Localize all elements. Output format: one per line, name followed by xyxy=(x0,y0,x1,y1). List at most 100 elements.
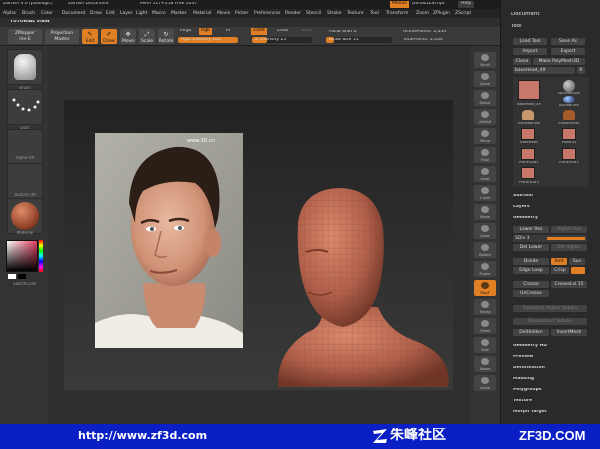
clone-button[interactable]: Clone xyxy=(513,58,531,65)
zadd-button[interactable]: Zadd xyxy=(251,28,267,35)
load-tool-button[interactable]: Load Tool xyxy=(513,38,547,45)
insertmesh-button[interactable]: InsertMesh xyxy=(551,329,587,336)
subtool-section[interactable]: SubTool xyxy=(513,194,533,199)
menu-texture[interactable]: Texture xyxy=(347,11,363,16)
switch-color-button[interactable]: SwitchColor xyxy=(4,282,46,286)
eraser-brush-icon[interactable] xyxy=(563,110,575,120)
hue-strip[interactable] xyxy=(39,240,43,272)
color-picker[interactable] xyxy=(6,240,38,272)
scale-button[interactable]: ⤢ Scale xyxy=(139,29,155,44)
lsym-button[interactable]: L.Sym xyxy=(474,185,496,201)
m-button[interactable]: M xyxy=(226,29,230,34)
simple-brush-icon[interactable] xyxy=(522,110,534,120)
reconstruct-subdiv-button[interactable]: Reconstruct Subdiv xyxy=(513,318,587,325)
rotate-button[interactable]: ↻ Rotate xyxy=(158,29,174,44)
crisp-button[interactable]: Crisp xyxy=(551,267,569,274)
menu-draw[interactable]: Draw xyxy=(90,11,102,16)
menu-transform[interactable]: Transform xyxy=(386,11,408,16)
actual-button[interactable]: Actual xyxy=(474,90,496,106)
menu-brush[interactable]: Brush xyxy=(22,11,35,16)
material-slot[interactable] xyxy=(7,198,43,234)
footer-url-link[interactable]: http://www.zf3d.com xyxy=(78,430,207,441)
draw-size-slider[interactable]: Draw Size 51 xyxy=(326,37,392,43)
secondary-color-swatch[interactable] xyxy=(18,274,26,279)
menu-document[interactable]: Document xyxy=(62,11,85,16)
polygroups-section[interactable]: Polygroups xyxy=(513,388,542,393)
higher-res-button[interactable]: Higher Res xyxy=(551,226,587,233)
brush-slot[interactable] xyxy=(7,49,43,85)
menu-movie[interactable]: Movie xyxy=(217,11,230,16)
menus-button[interactable]: Menus xyxy=(390,1,409,8)
zcut-button[interactable]: Zcut xyxy=(302,29,312,34)
lasso-button[interactable]: Lasso xyxy=(474,375,496,391)
tool-palette-header[interactable]: Tool xyxy=(511,24,522,30)
del-lower-button[interactable]: Del Lower xyxy=(513,244,549,251)
ghost-button[interactable]: Ghost xyxy=(474,318,496,334)
geometry-section[interactable]: Geometry xyxy=(513,216,538,221)
zmapper-button[interactable]: ZMapper rev-E xyxy=(8,29,42,44)
draw-button[interactable]: ✐ Draw xyxy=(101,29,117,44)
z-intensity-slider[interactable]: Z Intensity 25 xyxy=(252,37,312,43)
menu-zplugin[interactable]: ZPlugin xyxy=(433,11,450,16)
deformation-section[interactable]: Deformation xyxy=(513,366,545,371)
suv-toggle[interactable]: Suv xyxy=(569,258,585,265)
menu-marker[interactable]: Marker xyxy=(171,11,187,16)
document-palette-header[interactable]: Document xyxy=(511,12,540,18)
smt-toggle[interactable]: Smt xyxy=(551,258,567,265)
reproject-higher-subdiv-button[interactable]: Reproject Higher Subdiv xyxy=(513,305,587,312)
alpha-brush-icon[interactable] xyxy=(563,96,575,103)
mrgb-button[interactable]: Mrgb xyxy=(180,29,191,34)
menu-layer[interactable]: Layer xyxy=(120,11,133,16)
polyf-button[interactable]: PolyF xyxy=(474,280,496,296)
current-tool-slider[interactable]: baseHead_49 xyxy=(513,67,575,74)
tool-thumb-plane3d-3[interactable] xyxy=(521,167,535,179)
scroll-button[interactable]: Scroll xyxy=(474,52,496,68)
tool-thumb-basehead[interactable] xyxy=(518,80,540,100)
aahalf-button[interactable]: AAHalf xyxy=(474,109,496,125)
tool-thumb-basehead-2[interactable] xyxy=(521,128,535,140)
sdiv-slider[interactable]: SDiv 3 xyxy=(513,235,587,242)
persp-button[interactable]: Persp xyxy=(474,128,496,144)
menu-tool[interactable]: Tool xyxy=(370,11,379,16)
menu-preferences[interactable]: Preferences xyxy=(254,11,280,16)
menu-alpha[interactable]: Alpha xyxy=(3,11,16,16)
move-view-button[interactable]: Move xyxy=(474,204,496,220)
masking-section[interactable]: Masking xyxy=(513,377,534,382)
morph-target-section[interactable]: Morph Target xyxy=(513,410,547,415)
tool-thumb-plane3d-2[interactable] xyxy=(562,148,576,160)
menu-stroke[interactable]: Stroke xyxy=(327,11,341,16)
uncrease-button[interactable]: UnCrease xyxy=(513,290,549,297)
tool-r-button[interactable]: R xyxy=(577,67,585,74)
frame-button[interactable]: Frame xyxy=(474,261,496,277)
divide-button[interactable]: Divide xyxy=(513,258,549,265)
focal-shift-slider[interactable]: Focal Shift 0 xyxy=(326,29,392,35)
xpose-button[interactable]: Xpose xyxy=(474,356,496,372)
tool-thumb-plane3d-1[interactable] xyxy=(521,148,535,160)
menu-zscript[interactable]: ZScript xyxy=(455,11,471,16)
edit-button[interactable]: ✎ Edit xyxy=(82,29,98,44)
stroke-slot[interactable] xyxy=(7,89,43,125)
geometry-hd-section[interactable]: Geometry HD xyxy=(513,344,547,349)
help-button[interactable]: Help xyxy=(458,1,475,8)
scale-view-button[interactable]: Scale xyxy=(474,223,496,239)
menu-zoom[interactable]: Zoom xyxy=(416,11,429,16)
main-color-swatch[interactable] xyxy=(8,274,16,279)
crease-button[interactable]: Crease xyxy=(513,281,549,288)
save-as-button[interactable]: Save As xyxy=(551,38,585,45)
lower-res-button[interactable]: Lower Res xyxy=(513,226,549,233)
menu-color[interactable]: Color xyxy=(41,11,53,16)
transp-button[interactable]: Transp xyxy=(474,299,496,315)
menu-edit[interactable]: Edit xyxy=(106,11,115,16)
sphere-brush-icon[interactable] xyxy=(563,80,575,92)
creaselvl-slider[interactable]: CreaseLvl 15 xyxy=(551,281,587,288)
delhidden-button[interactable]: DelHidden xyxy=(513,329,549,336)
zoom-button[interactable]: Zoom xyxy=(474,71,496,87)
rgb-button[interactable]: Rgb xyxy=(199,28,212,35)
menu-stencil[interactable]: Stencil xyxy=(306,11,321,16)
texture-section[interactable]: Texture xyxy=(513,399,532,404)
local-button[interactable]: Local xyxy=(474,166,496,182)
move-button[interactable]: ✥ Move xyxy=(120,29,136,44)
defaultzscript-button[interactable]: DefaultZScript xyxy=(412,2,445,7)
layers-section[interactable]: Layers xyxy=(513,205,530,210)
tool-thumb-plane3d[interactable] xyxy=(562,128,576,140)
